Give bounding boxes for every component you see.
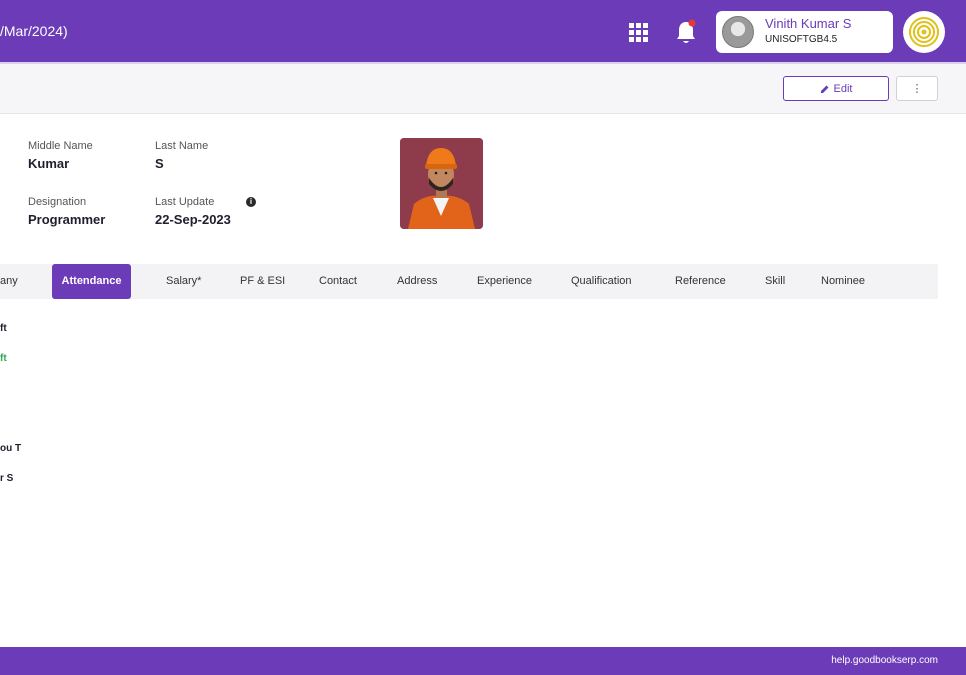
designation-label: Designation: [28, 196, 87, 208]
info-icon[interactable]: i: [246, 197, 256, 207]
tab-company[interactable]: any: [0, 264, 18, 299]
last-name-value: S: [155, 156, 164, 171]
user-profile-card[interactable]: Vinith Kumar S UNISOFTGB4.5: [716, 11, 893, 53]
employee-photo: [400, 138, 483, 229]
more-options-button[interactable]: ⋮: [896, 76, 938, 101]
tab-skill[interactable]: Skill: [765, 264, 785, 299]
more-options-icon: ⋮: [911, 83, 923, 95]
list-item: ft: [0, 323, 7, 334]
edit-button-label: Edit: [833, 82, 853, 95]
user-company-code: UNISOFTGB4.5: [765, 34, 838, 45]
last-name-label: Last Name: [155, 140, 209, 152]
brand-logo[interactable]: [903, 11, 945, 53]
tab-bar: any Attendance Salary* PF & ESI Contact …: [0, 264, 938, 299]
middle-name-label: Middle Name: [28, 140, 93, 152]
designation-value: Programmer: [28, 212, 106, 227]
tab-salary[interactable]: Salary*: [166, 264, 201, 299]
tab-qualification[interactable]: Qualification: [571, 264, 632, 299]
top-bar: /Mar/2024) Vinith Kumar S UNISOFTGB4.5: [0, 0, 966, 64]
help-link[interactable]: help.goodbookserp.com: [831, 655, 938, 666]
page-title: /Mar/2024): [0, 23, 68, 39]
user-avatar: [722, 16, 754, 48]
tab-address[interactable]: Address: [397, 264, 437, 299]
notification-bell-icon[interactable]: [675, 19, 697, 45]
brand-logo-icon: [909, 17, 939, 47]
list-item: r S: [0, 473, 14, 484]
tab-attendance[interactable]: Attendance: [52, 264, 131, 299]
tab-reference[interactable]: Reference: [675, 264, 726, 299]
pencil-icon: [820, 85, 829, 93]
last-update-label: Last Update: [155, 196, 215, 208]
tab-experience[interactable]: Experience: [477, 264, 532, 299]
list-item: ou T: [0, 443, 22, 454]
designation-field: Designation Programmer: [28, 196, 105, 227]
tab-nominee[interactable]: Nominee: [821, 264, 865, 299]
user-name: Vinith Kumar S: [765, 16, 852, 31]
footer: help.goodbookserp.com: [0, 647, 966, 675]
middle-name-value: Kumar: [28, 156, 70, 171]
last-name-field: Last Name S: [155, 140, 208, 171]
last-update-value: 22-Sep-2023: [155, 212, 231, 227]
tab-pf-esi[interactable]: PF & ESI: [240, 264, 285, 299]
employee-portrait-icon: [400, 138, 483, 229]
last-update-field: Last Update 22-Sep-2023: [155, 196, 231, 227]
action-bar: Edit ⋮: [0, 64, 966, 114]
apps-grid-icon[interactable]: [629, 23, 648, 42]
middle-name-field: Middle Name Kumar: [28, 140, 93, 171]
list-item: ft: [0, 353, 7, 364]
edit-button[interactable]: Edit: [783, 76, 889, 101]
tab-contact[interactable]: Contact: [319, 264, 357, 299]
